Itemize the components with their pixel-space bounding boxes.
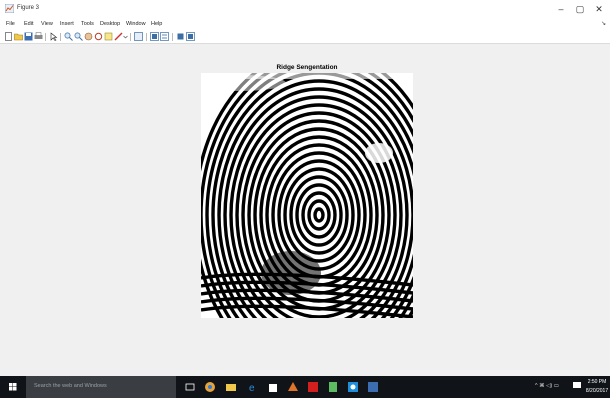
menu-file[interactable]: File bbox=[6, 20, 15, 28]
menu-insert[interactable]: Insert bbox=[60, 20, 74, 28]
menu-help[interactable]: Help bbox=[151, 20, 162, 28]
rotate-3d-icon[interactable] bbox=[94, 32, 103, 41]
print-icon[interactable] bbox=[34, 32, 43, 41]
edit-plot-icon[interactable] bbox=[49, 32, 58, 41]
edge-icon[interactable]: e bbox=[247, 381, 259, 393]
pan-icon[interactable] bbox=[84, 32, 93, 41]
maximize-button[interactable]: ▢ bbox=[573, 2, 587, 16]
minimize-button[interactable]: – bbox=[554, 2, 568, 16]
notepad-icon[interactable] bbox=[327, 381, 339, 393]
figure-window: Figure 3 – ▢ ✕ File Edit View Insert Too… bbox=[0, 0, 610, 376]
outlook-icon[interactable] bbox=[347, 381, 359, 393]
file-explorer-icon[interactable] bbox=[225, 381, 237, 393]
zoom-out-icon[interactable] bbox=[74, 32, 83, 41]
save-icon[interactable] bbox=[24, 32, 33, 41]
taskbar-search-box[interactable]: Search the web and Windows bbox=[26, 376, 176, 398]
toolbar-separator bbox=[146, 33, 147, 41]
menu-desktop[interactable]: Desktop bbox=[100, 20, 120, 28]
menu-view[interactable]: View bbox=[41, 20, 53, 28]
system-tray-icons[interactable]: ^ ⌘ ◁) ▭ bbox=[535, 383, 559, 389]
toolbar-separator bbox=[60, 33, 61, 41]
new-figure-icon[interactable] bbox=[4, 32, 13, 41]
search-placeholder: Search the web and Windows bbox=[34, 383, 107, 389]
zoom-in-icon[interactable] bbox=[64, 32, 73, 41]
menu-bar: File Edit View Insert Tools Desktop Wind… bbox=[0, 18, 610, 30]
menu-window[interactable]: Window bbox=[126, 20, 146, 28]
menu-edit[interactable]: Edit bbox=[24, 20, 33, 28]
store-icon[interactable] bbox=[267, 381, 279, 393]
data-cursor-icon[interactable] bbox=[104, 32, 113, 41]
task-view-icon[interactable] bbox=[184, 381, 196, 393]
clock-date[interactable]: 8/20/2017 bbox=[584, 388, 610, 394]
window-title: Figure 3 bbox=[17, 5, 40, 11]
toolbar-separator bbox=[130, 33, 131, 41]
svg-text:e: e bbox=[249, 383, 255, 393]
menu-tools[interactable]: Tools bbox=[81, 20, 94, 28]
title-bar[interactable]: Figure 3 – ▢ ✕ bbox=[0, 0, 610, 18]
matlab-icon[interactable] bbox=[287, 381, 299, 393]
notification-icon[interactable] bbox=[572, 381, 582, 391]
ridge-segmentation-image[interactable] bbox=[201, 73, 413, 318]
show-plot-tools-icon[interactable] bbox=[186, 32, 195, 41]
toolbar-separator bbox=[172, 33, 173, 41]
chrome-icon[interactable] bbox=[204, 381, 216, 393]
menu-overflow-icon[interactable]: ↘ bbox=[601, 20, 606, 27]
windows-start-icon[interactable] bbox=[0, 376, 26, 398]
close-button[interactable]: ✕ bbox=[592, 2, 606, 16]
brush-icon[interactable] bbox=[114, 32, 123, 41]
photos-icon[interactable] bbox=[367, 381, 379, 393]
figure-toolbar bbox=[0, 30, 610, 44]
windows-taskbar: Search the web and Windows e ^ ⌘ ◁) ▭ 2:… bbox=[0, 376, 610, 398]
clock-time[interactable]: 2:50 PM bbox=[586, 379, 608, 385]
insert-legend-icon[interactable] bbox=[160, 32, 169, 41]
acrobat-icon[interactable] bbox=[307, 381, 319, 393]
insert-colorbar-icon[interactable] bbox=[150, 32, 159, 41]
open-file-icon[interactable] bbox=[14, 32, 23, 41]
link-icon[interactable] bbox=[134, 32, 143, 41]
toolbar-separator bbox=[45, 33, 46, 41]
plot-title: Ridge Sengentation bbox=[276, 64, 338, 71]
hide-plot-tools-icon[interactable] bbox=[176, 32, 185, 41]
matlab-figure-icon bbox=[5, 4, 14, 13]
